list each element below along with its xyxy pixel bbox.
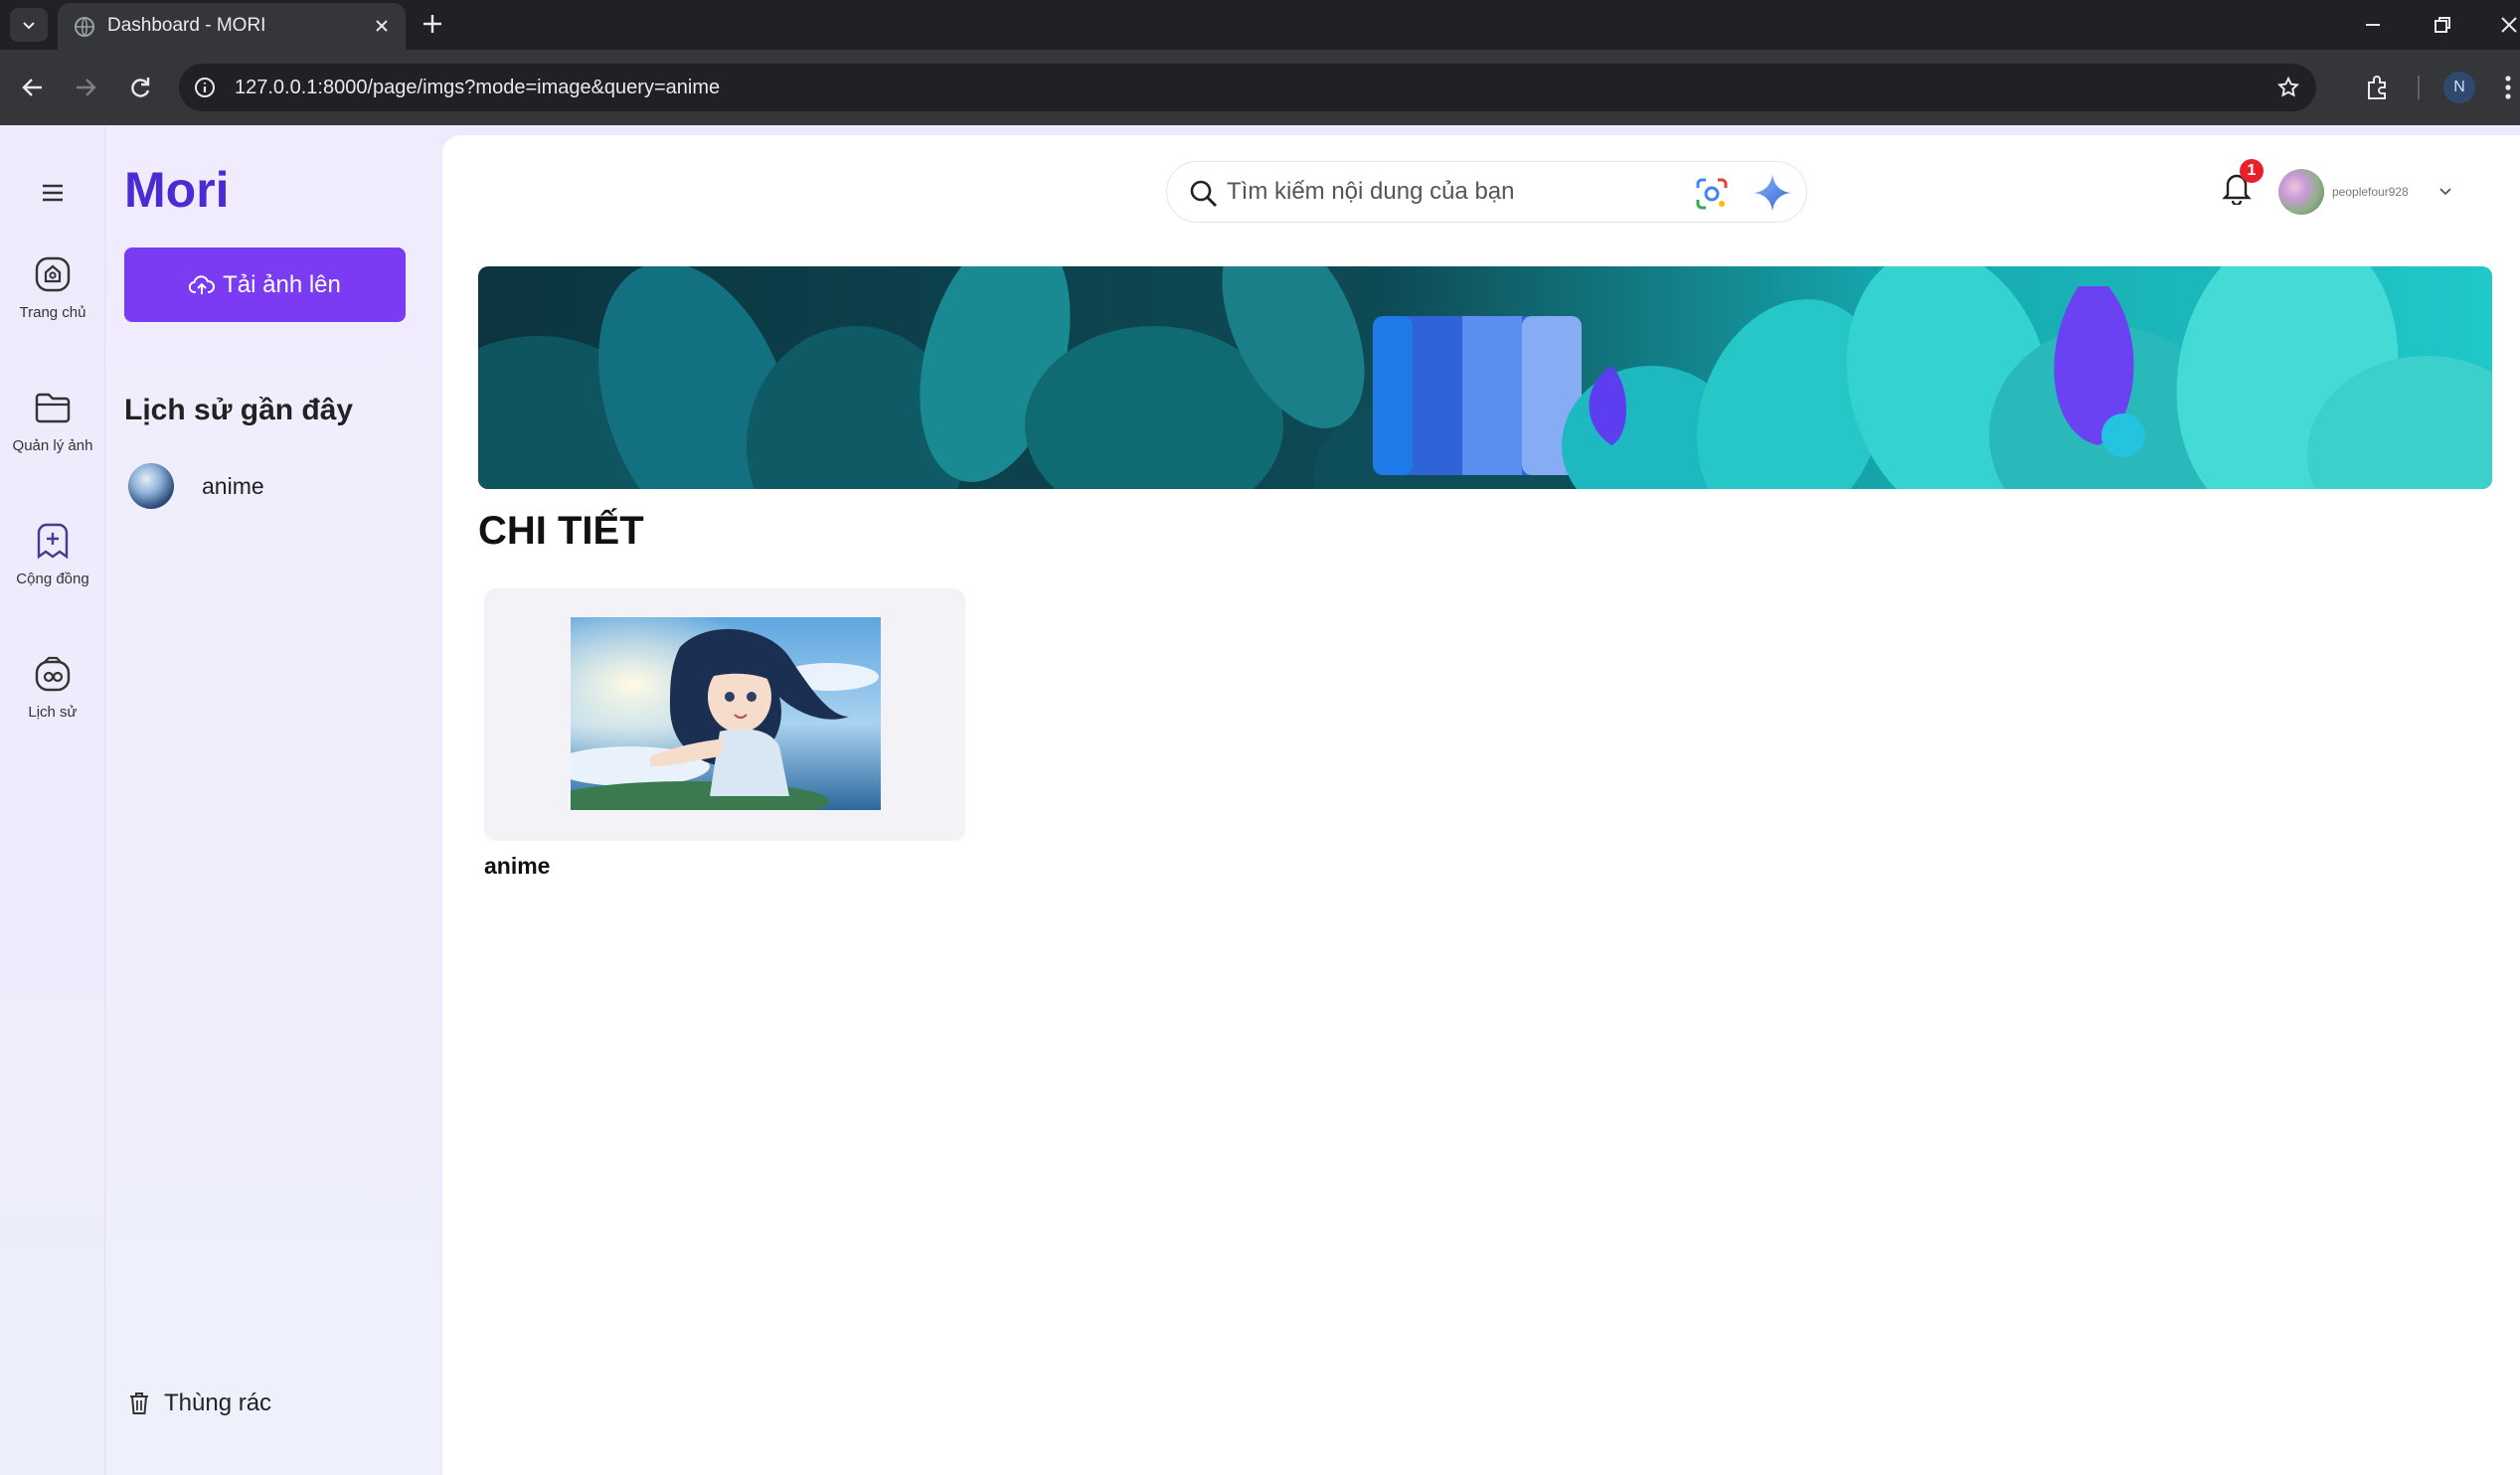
sidebar: Mori Tải ảnh lên Lịch sử gần đây anime T…: [106, 125, 440, 1475]
search-bar[interactable]: [1166, 161, 1807, 223]
cloud-upload-icon: [189, 274, 216, 294]
anime-image-thumbnail[interactable]: [571, 617, 881, 810]
search-icon: [1190, 180, 1217, 207]
rail-label-community: Cộng đồng: [16, 571, 89, 587]
icon-rail: Trang chủ Quản lý ảnh Cộng đồng Lịch sử: [0, 125, 105, 1475]
section-title: CHI TIẾT: [478, 509, 644, 553]
trash-icon: [130, 1393, 148, 1414]
rail-item-history[interactable]: Lịch sử: [0, 654, 105, 721]
minimize-icon[interactable]: [2361, 13, 2385, 37]
menu-icon[interactable]: [40, 183, 66, 203]
history-icon: [35, 656, 71, 692]
back-arrow-icon[interactable]: [20, 75, 46, 100]
rail-label-home: Trang chủ: [19, 304, 86, 321]
app-root: Trang chủ Quản lý ảnh Cộng đồng Lịch sử …: [0, 125, 2520, 1475]
site-info-icon[interactable]: [193, 76, 217, 99]
upload-button[interactable]: Tải ảnh lên: [124, 247, 406, 322]
trash-label: Thùng rác: [164, 1390, 272, 1416]
image-search-icon[interactable]: [1694, 176, 1730, 212]
close-icon[interactable]: [372, 16, 392, 36]
username[interactable]: peoplefour928: [2332, 185, 2409, 199]
bookmark-star-icon[interactable]: [2276, 76, 2300, 99]
toolbar-divider: [2418, 76, 2420, 99]
main-content: 1 peoplefour928: [442, 135, 2520, 1475]
banner-image: [478, 266, 2492, 489]
rail-label-history: Lịch sử: [28, 704, 78, 721]
tab-search-button[interactable]: [10, 8, 48, 42]
rail-item-community[interactable]: Cộng đồng: [0, 521, 105, 587]
extensions-icon[interactable]: [2364, 74, 2392, 101]
recent-item-thumbnail: [128, 463, 174, 509]
recent-history-item[interactable]: anime: [128, 463, 264, 509]
image-result-card[interactable]: [484, 588, 965, 841]
reload-icon[interactable]: [127, 75, 153, 100]
trash-link[interactable]: Thùng rác: [128, 1390, 271, 1417]
tab-title: Dashboard - MORI: [107, 15, 266, 36]
upload-label: Tải ảnh lên: [223, 270, 341, 298]
globe-icon: [75, 17, 94, 37]
user-avatar[interactable]: [2278, 169, 2324, 215]
ai-sparkle-icon[interactable]: [1752, 172, 1793, 214]
folder-icon: [35, 393, 71, 423]
notification-badge: 1: [2240, 159, 2264, 183]
close-window-icon[interactable]: [2497, 13, 2520, 37]
recent-history-title: Lịch sử gần đây: [124, 394, 354, 426]
forward-arrow-icon[interactable]: [73, 75, 98, 100]
browser-toolbar: 127.0.0.1:8000/page/imgs?mode=image&quer…: [0, 50, 2520, 125]
recent-item-label: anime: [202, 472, 264, 499]
browser-tab[interactable]: Dashboard - MORI: [58, 3, 406, 50]
url-text[interactable]: 127.0.0.1:8000/page/imgs?mode=image&quer…: [235, 77, 720, 99]
search-input[interactable]: [1227, 174, 1684, 210]
address-bar[interactable]: 127.0.0.1:8000/page/imgs?mode=image&quer…: [179, 64, 2316, 111]
chevron-down-icon[interactable]: [2437, 183, 2453, 199]
rail-item-home[interactable]: Trang chủ: [0, 254, 105, 321]
home-icon: [35, 256, 71, 292]
image-result-label[interactable]: anime: [484, 853, 550, 880]
community-icon: [37, 523, 69, 560]
restore-icon[interactable]: [2431, 13, 2454, 37]
rail-label-images: Quản lý ảnh: [12, 437, 93, 454]
more-vert-icon[interactable]: [2503, 74, 2513, 101]
profile-avatar[interactable]: N: [2443, 72, 2475, 103]
new-tab-icon[interactable]: [420, 11, 445, 37]
rail-item-images[interactable]: Quản lý ảnh: [0, 388, 105, 454]
chevron-down-icon: [23, 22, 35, 30]
app-logo[interactable]: Mori: [124, 161, 230, 219]
browser-tab-bar: Dashboard - MORI: [0, 0, 2520, 50]
